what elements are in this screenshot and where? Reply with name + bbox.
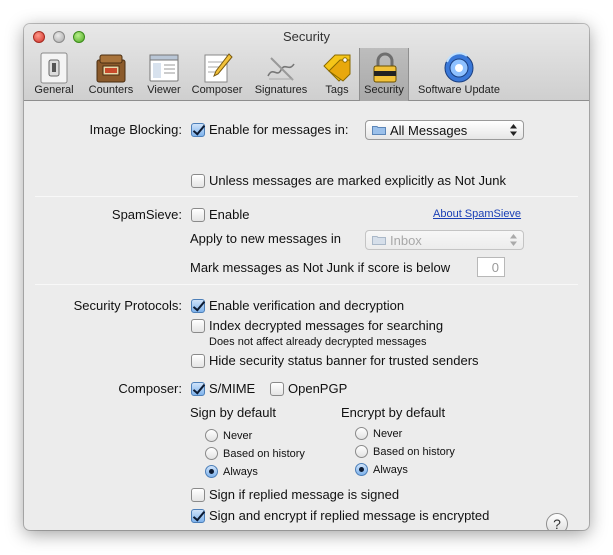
- tab-software-update-label: Software Update: [418, 84, 500, 96]
- spamsieve-enable-label: Enable: [209, 207, 250, 222]
- tab-security[interactable]: Security: [359, 48, 409, 101]
- smime-checkbox[interactable]: [191, 382, 205, 396]
- sign-always-label: Always: [223, 466, 258, 478]
- spamsieve-enable-checkbox[interactable]: [191, 208, 205, 222]
- help-button[interactable]: ?: [546, 513, 568, 530]
- spamsieve-mailbox-value: Inbox: [390, 233, 422, 248]
- pencil-paper-icon: [204, 53, 233, 83]
- spamsieve-label: SpamSieve:: [111, 207, 182, 222]
- up-down-arrows-icon: [510, 124, 517, 136]
- security-protocols-label: Security Protocols:: [73, 298, 182, 313]
- index-decrypted-note: Does not affect already decrypted messag…: [209, 336, 427, 348]
- image-blocking-enable-checkbox[interactable]: [191, 123, 205, 137]
- index-decrypted-checkbox[interactable]: [191, 319, 205, 333]
- folder-icon: [372, 126, 386, 135]
- sign-replied-checkbox[interactable]: [191, 488, 205, 502]
- verify-decrypt-checkbox[interactable]: [191, 299, 205, 313]
- verify-decrypt-label: Enable verification and decryption: [209, 298, 405, 313]
- encrypt-always-label: Always: [373, 464, 408, 476]
- section-divider: [35, 196, 578, 197]
- image-blocking-enable-label: Enable for messages in:: [209, 122, 349, 137]
- encrypt-history-label: Based on history: [373, 446, 455, 458]
- spamsieve-score-label: Mark messages as Not Junk if score is be…: [190, 260, 451, 275]
- sign-never-label: Never: [223, 430, 253, 442]
- sign-history-radio[interactable]: [205, 447, 218, 460]
- index-decrypted-label: Index decrypted messages for searching: [209, 318, 444, 333]
- tag-icon: [323, 54, 351, 82]
- sign-history-label: Based on history: [223, 448, 305, 460]
- sign-never-radio[interactable]: [205, 429, 218, 442]
- sign-replied-label: Sign if replied message is signed: [209, 487, 400, 502]
- light-switch-icon: [40, 52, 68, 84]
- tab-viewer[interactable]: Viewer: [142, 50, 186, 100]
- hide-banner-label: Hide security status banner for trusted …: [209, 353, 479, 368]
- toolbar: Security General Counters Viewer Compose…: [24, 24, 589, 101]
- spamsieve-apply-label: Apply to new messages in: [190, 231, 342, 246]
- tab-general-label: General: [34, 84, 74, 96]
- encrypt-never-label: Never: [373, 428, 403, 440]
- spamsieve-score-field[interactable]: 0: [477, 257, 505, 277]
- unless-not-junk-checkbox[interactable]: [191, 174, 205, 188]
- tab-counters-label: Counters: [88, 84, 134, 96]
- signature-pen-icon: [267, 57, 295, 81]
- mailbox-counter-icon: [96, 54, 126, 83]
- tab-software-update[interactable]: Software Update: [413, 50, 505, 100]
- preferences-window: Security General Counters Viewer Compose…: [24, 24, 589, 530]
- hide-banner-checkbox[interactable]: [191, 354, 205, 368]
- folder-icon: [372, 236, 386, 245]
- section-divider: [35, 284, 578, 285]
- tab-tags-label: Tags: [325, 84, 349, 96]
- tab-composer-label: Composer: [191, 84, 243, 96]
- sign-by-default-title: Sign by default: [190, 405, 277, 420]
- image-blocking-mailbox-popup[interactable]: All Messages: [365, 120, 524, 140]
- smime-label: S/MIME: [209, 381, 256, 396]
- sign-encrypt-replied-checkbox[interactable]: [191, 509, 205, 523]
- refresh-globe-icon: [444, 52, 474, 83]
- security-pane: Image Blocking: Enable for messages in: …: [24, 102, 589, 530]
- window-title: Security: [283, 29, 330, 44]
- spamsieve-mailbox-popup[interactable]: Inbox: [365, 230, 524, 250]
- padlock-icon: [373, 52, 397, 83]
- sign-always-radio[interactable]: [205, 465, 218, 478]
- sign-encrypt-replied-label: Sign and encrypt if replied message is e…: [209, 508, 490, 523]
- tab-signatures-label: Signatures: [254, 84, 308, 96]
- encrypt-history-radio[interactable]: [355, 445, 368, 458]
- tab-viewer-label: Viewer: [147, 84, 181, 96]
- image-blocking-mailbox-value: All Messages: [390, 123, 468, 138]
- tab-tags[interactable]: Tags: [315, 50, 359, 100]
- tab-general[interactable]: General: [28, 50, 80, 100]
- encrypt-never-radio[interactable]: [355, 427, 368, 440]
- tab-security-label: Security: [364, 84, 404, 96]
- openpgp-checkbox[interactable]: [270, 382, 284, 396]
- about-spamsieve-link[interactable]: About SpamSieve: [433, 208, 521, 220]
- unless-not-junk-label: Unless messages are marked explicitly as…: [209, 173, 506, 188]
- tab-signatures[interactable]: Signatures: [248, 50, 314, 100]
- composer-label: Composer:: [118, 381, 182, 396]
- openpgp-label: OpenPGP: [288, 381, 348, 396]
- up-down-arrows-icon: [510, 234, 517, 246]
- encrypt-by-default-title: Encrypt by default: [341, 405, 446, 420]
- tab-counters[interactable]: Counters: [80, 50, 142, 100]
- image-blocking-label: Image Blocking:: [89, 122, 183, 137]
- encrypt-always-radio[interactable]: [355, 463, 368, 476]
- tab-composer[interactable]: Composer: [187, 50, 247, 100]
- window-viewer-icon: [149, 54, 179, 82]
